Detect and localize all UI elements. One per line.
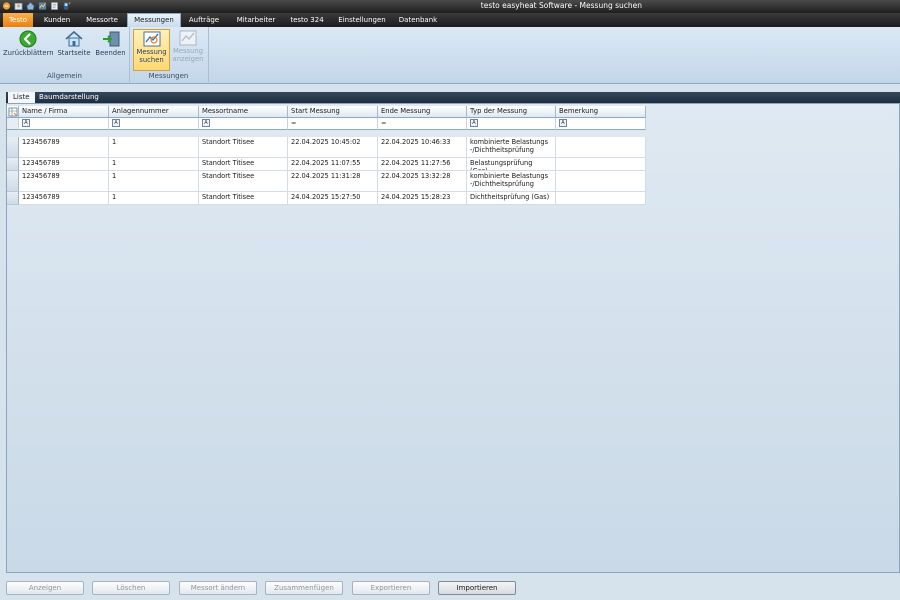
filter-typ[interactable]: A bbox=[467, 118, 556, 130]
filter-equals-icon[interactable]: = bbox=[381, 119, 386, 127]
table-row-cell-start[interactable]: 22.04.2025 10:45:02 bbox=[288, 137, 378, 158]
loeschen-button[interactable]: Löschen bbox=[92, 581, 170, 595]
table-row-cell-ort[interactable]: Standort Titisee bbox=[199, 171, 288, 192]
column-header-ende-messung[interactable]: Ende Messung bbox=[378, 106, 467, 118]
filter-equals-icon[interactable]: = bbox=[291, 119, 296, 127]
table-row-cell-bemerkung[interactable] bbox=[556, 137, 646, 158]
zusammenfuegen-button[interactable]: Zusammenfügen bbox=[265, 581, 343, 595]
messung-anzeigen-button[interactable]: Messung anzeigen bbox=[171, 29, 205, 71]
table-row-cell-typ[interactable]: kombinierte Belastungs -/Dichtheitsprüfu… bbox=[467, 137, 556, 158]
table-row-cell-anlage[interactable]: 1 bbox=[109, 171, 199, 192]
tab-auftraege[interactable]: Aufträge bbox=[185, 13, 223, 27]
column-chooser-icon bbox=[8, 107, 18, 117]
table-row-cell-start[interactable]: 22.04.2025 11:07:55 bbox=[288, 158, 378, 171]
table-row-cell-name[interactable]: 123456789 bbox=[19, 137, 109, 158]
ribbon-group-title: Allgemein bbox=[47, 72, 82, 80]
filter-contains-icon[interactable]: A bbox=[559, 118, 567, 127]
table-row-cell-anlage[interactable]: 1 bbox=[109, 192, 199, 205]
table-row-cell-name[interactable]: 123456789 bbox=[19, 158, 109, 171]
table-row-cell-ende[interactable]: 22.04.2025 13:32:28 bbox=[378, 171, 467, 192]
table-row-cell-ende[interactable]: 22.04.2025 11:27:56 bbox=[378, 158, 467, 171]
table-row-cell-bemerkung[interactable] bbox=[556, 192, 646, 205]
table-row-cell-bemerkung[interactable] bbox=[556, 171, 646, 192]
table-row-cell-ort[interactable]: Standort Titisee bbox=[199, 192, 288, 205]
zurueckblaettern-label: Zurückblättern bbox=[3, 49, 54, 57]
filter-contains-icon[interactable]: A bbox=[470, 118, 478, 127]
ribbon: Zurückblättern Startseite Beenden Allgem… bbox=[0, 27, 900, 84]
filter-anlagennummer[interactable]: A bbox=[109, 118, 199, 130]
column-header-bemerkung[interactable]: Bemerkung bbox=[556, 106, 646, 118]
messort-aendern-button[interactable]: Messort ändern bbox=[179, 581, 257, 595]
table-row-cell-ort[interactable]: Standort Titisee bbox=[199, 137, 288, 158]
row-selector[interactable] bbox=[7, 137, 19, 158]
filter-contains-icon[interactable]: A bbox=[112, 118, 120, 127]
filter-row-selector bbox=[7, 118, 19, 130]
tab-messungen[interactable]: Messungen bbox=[127, 13, 181, 27]
row-selector[interactable] bbox=[7, 171, 19, 192]
filter-bemerkung[interactable]: A bbox=[556, 118, 646, 130]
ribbon-group-messungen: Messung suchen Messung anzeigen Messunge… bbox=[129, 27, 209, 82]
filter-contains-icon[interactable]: A bbox=[22, 118, 30, 127]
back-arrow-icon bbox=[19, 30, 37, 48]
exit-door-icon bbox=[102, 31, 119, 47]
table-row-cell-ort[interactable]: Standort Titisee bbox=[199, 158, 288, 171]
filter-contains-icon[interactable]: A bbox=[202, 118, 210, 127]
row-selector[interactable] bbox=[7, 192, 19, 205]
table-row-cell-ende[interactable]: 22.04.2025 10:46:33 bbox=[378, 137, 467, 158]
tab-datenbank[interactable]: Datenbank bbox=[396, 13, 440, 27]
tab-liste[interactable]: Liste bbox=[8, 92, 35, 103]
beenden-label: Beenden bbox=[95, 49, 126, 57]
column-header-start-messung[interactable]: Start Messung bbox=[288, 106, 378, 118]
tab-testo[interactable]: Testo bbox=[3, 13, 33, 27]
table-row-cell-ende[interactable]: 24.04.2025 15:28:23 bbox=[378, 192, 467, 205]
column-header-messortname[interactable]: Messortname bbox=[199, 106, 288, 118]
messung-suchen-button[interactable]: Messung suchen bbox=[133, 29, 170, 71]
search-measurement-icon bbox=[143, 31, 160, 47]
window-title: testo easyheat Software - Messung suchen bbox=[480, 1, 642, 10]
tab-mitarbeiter[interactable]: Mitarbeiter bbox=[232, 13, 280, 27]
importieren-button[interactable]: Importieren bbox=[438, 581, 516, 595]
table-row-cell-typ[interactable]: Belastungsprüfung (Gas) bbox=[467, 158, 556, 171]
table-row-cell-bemerkung[interactable] bbox=[556, 158, 646, 171]
startseite-button[interactable]: Startseite bbox=[56, 29, 92, 71]
table-row-cell-start[interactable]: 22.04.2025 11:31:28 bbox=[288, 171, 378, 192]
table-row-cell-typ[interactable]: Dichtheitsprüfung (Gas) bbox=[467, 192, 556, 205]
table-row-cell-anlage[interactable]: 1 bbox=[109, 158, 199, 171]
column-header-anlagennummer[interactable]: Anlagennummer bbox=[109, 106, 199, 118]
beenden-button[interactable]: Beenden bbox=[94, 29, 127, 71]
table-row-cell-name[interactable]: 123456789 bbox=[19, 192, 109, 205]
column-header-name[interactable]: Name / Firma bbox=[19, 106, 109, 118]
exportieren-button[interactable]: Exportieren bbox=[352, 581, 430, 595]
zurueckblaettern-button[interactable]: Zurückblättern bbox=[3, 29, 54, 71]
tab-messorte[interactable]: Messorte bbox=[82, 13, 122, 27]
messung-anzeigen-label: Messung anzeigen bbox=[172, 47, 204, 63]
table-row-cell-anlage[interactable]: 1 bbox=[109, 137, 199, 158]
filter-messortname[interactable]: A bbox=[199, 118, 288, 130]
show-measurement-icon bbox=[179, 30, 197, 46]
ribbon-group-title: Messungen bbox=[148, 72, 189, 80]
tab-kunden[interactable]: Kunden bbox=[38, 13, 76, 27]
title-bar: testo easyheat Software - Messung suchen bbox=[0, 0, 900, 13]
column-header-typ[interactable]: Typ der Messung bbox=[467, 106, 556, 118]
tab-testo-324[interactable]: testo 324 bbox=[288, 13, 326, 27]
filter-start-messung[interactable]: = bbox=[288, 118, 378, 130]
view-tab-bar: Liste Baumdarstellung bbox=[6, 92, 900, 103]
home-icon bbox=[65, 30, 83, 47]
tab-einstellungen[interactable]: Einstellungen bbox=[335, 13, 389, 27]
messung-suchen-label: Messung suchen bbox=[136, 48, 167, 64]
menu-tab-bar: Testo Kunden Messorte Messungen Aufträge… bbox=[0, 13, 900, 27]
filter-name[interactable]: A bbox=[19, 118, 109, 130]
table-row-cell-typ[interactable]: kombinierte Belastungs -/Dichtheitsprüfu… bbox=[467, 171, 556, 192]
row-selector[interactable] bbox=[7, 158, 19, 171]
ribbon-group-allgemein: Zurückblättern Startseite Beenden Allgem… bbox=[0, 27, 130, 82]
table-row-cell-start[interactable]: 24.04.2025 15:27:50 bbox=[288, 192, 378, 205]
filter-ende-messung[interactable]: = bbox=[378, 118, 467, 130]
measurement-grid-area: Name / Firma Anlagennummer Messortname S… bbox=[6, 103, 900, 573]
column-chooser-button[interactable] bbox=[7, 106, 19, 118]
table-row-cell-name[interactable]: 123456789 bbox=[19, 171, 109, 192]
startseite-label: Startseite bbox=[57, 49, 91, 57]
tab-baumdarstellung[interactable]: Baumdarstellung bbox=[34, 92, 104, 103]
anzeigen-button[interactable]: Anzeigen bbox=[6, 581, 84, 595]
